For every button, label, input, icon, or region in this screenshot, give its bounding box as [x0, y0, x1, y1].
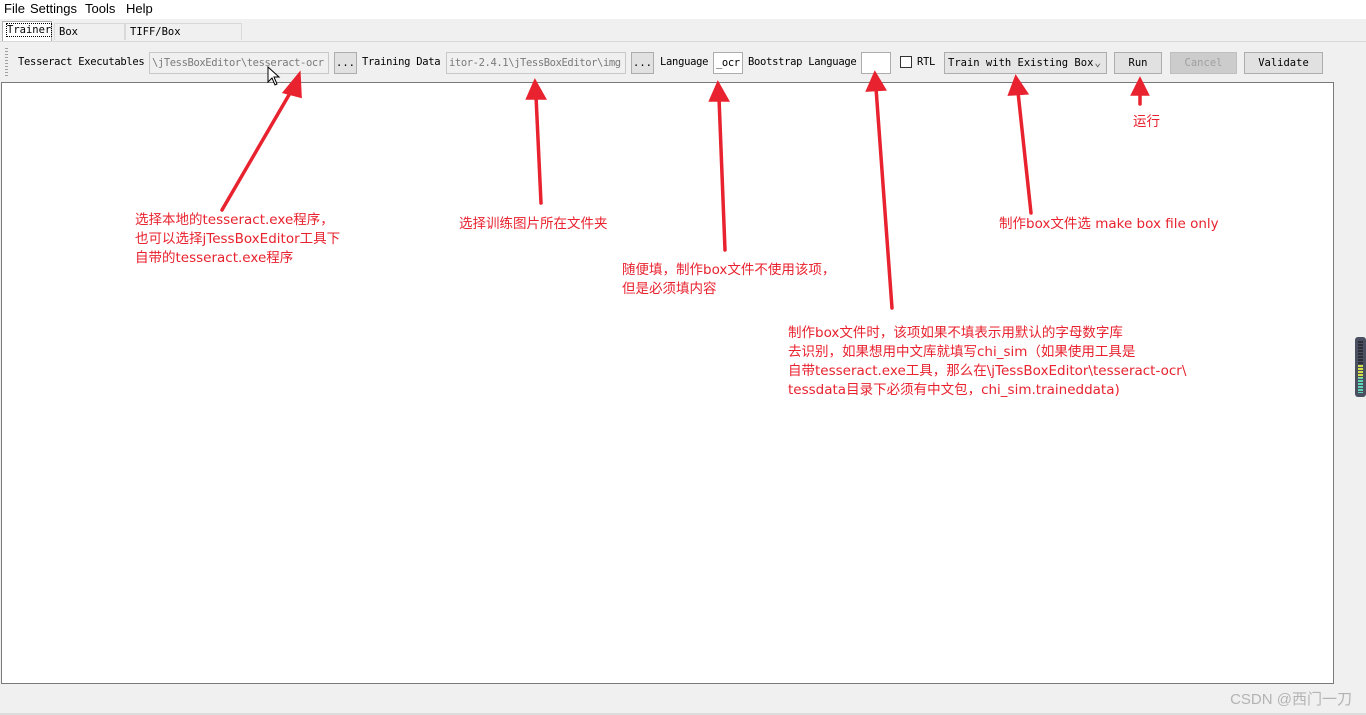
training-data-label: Training Data	[362, 56, 441, 68]
mouse-cursor-icon	[267, 66, 281, 86]
tesseract-annotation: 选择本地的tesseract.exe程序， 也可以选择jTessBoxEdito…	[135, 211, 340, 268]
bootstrap-language-label: Bootstrap Language	[748, 56, 857, 68]
tesseract-annotation-line: 自带的tesseract.exe程序	[135, 250, 294, 266]
tab-strip: Trainer Box Editor TIFF/Box Generator	[0, 20, 1366, 55]
browse-training-data-button[interactable]: ...	[631, 52, 654, 74]
rtl-checkbox[interactable]	[900, 56, 912, 68]
language-annotation-line: 随便填，制作box文件不使用该项，	[622, 262, 836, 278]
trainer-toolbar: Tesseract Executables \jTessBoxEditor\te…	[0, 42, 1366, 82]
validate-button[interactable]: Validate	[1244, 52, 1323, 74]
language-field[interactable]: _ocr	[713, 52, 743, 74]
meter-bars	[1358, 341, 1363, 393]
menu-help[interactable]: Help	[126, 1, 153, 16]
language-annotation: 随便填，制作box文件不使用该项， 但是必须填内容	[622, 261, 835, 299]
tab-tiff-box-generator[interactable]: TIFF/Box Generator	[125, 23, 242, 55]
menu-file[interactable]: File	[4, 1, 25, 16]
chevron-down-icon: ⌄	[1094, 56, 1101, 69]
training-mode-select[interactable]: Train with Existing Box ⌄	[944, 52, 1107, 74]
mode-annotation: 制作box文件选 make box file only	[999, 216, 1219, 232]
tab-box-editor[interactable]: Box Editor	[54, 23, 125, 55]
menu-bar: File Settings Tools Help	[0, 0, 1366, 19]
bootstrap-annotation-line: 去识别，如果想用中文库就填写chi_sim（如果使用工具是	[788, 344, 1136, 360]
menu-tools[interactable]: Tools	[85, 1, 115, 16]
tab-trainer-label: Trainer	[5, 23, 53, 37]
bootstrap-annotation: 制作box文件时，该项如果不填表示用默认的字母数字库 去识别，如果想用中文库就填…	[788, 324, 1186, 400]
bootstrap-language-field[interactable]	[861, 52, 891, 74]
tesseract-annotation-line: 也可以选择jTessBoxEditor工具下	[135, 231, 341, 247]
watermark: CSDN @西门一刀	[1230, 691, 1352, 708]
language-annotation-line: 但是必须填内容	[622, 281, 717, 297]
rtl-label: RTL	[917, 56, 936, 68]
run-annotation: 运行	[1133, 114, 1160, 130]
run-button[interactable]: Run	[1114, 52, 1162, 74]
tesseract-executables-label: Tesseract Executables	[18, 56, 145, 68]
bootstrap-annotation-line: 制作box文件时，该项如果不填表示用默认的字母数字库	[788, 325, 1123, 341]
bootstrap-annotation-line: tessdata目录下必须有中文包，chi_sim.traineddata)	[788, 382, 1120, 398]
tesseract-executables-field[interactable]: \jTessBoxEditor\tesseract-ocr	[149, 52, 329, 74]
tab-trainer[interactable]: Trainer	[2, 21, 53, 41]
training-mode-value: Train with Existing Box	[948, 57, 1094, 69]
tesseract-annotation-line: 选择本地的tesseract.exe程序，	[135, 212, 334, 228]
language-label: Language	[660, 56, 709, 68]
browse-tesseract-button[interactable]: ...	[334, 52, 357, 74]
training-data-field[interactable]: itor-2.4.1\jTessBoxEditor\img	[446, 52, 626, 74]
training-data-annotation: 选择训练图片所在文件夹	[459, 216, 608, 232]
cancel-button[interactable]: Cancel	[1170, 52, 1237, 74]
side-meter-widget[interactable]	[1355, 337, 1366, 397]
menu-settings[interactable]: Settings	[30, 1, 77, 16]
toolbar-grip[interactable]	[5, 48, 8, 78]
bootstrap-annotation-line: 自带tesseract.exe工具，那么在\jTessBoxEditor\tes…	[788, 363, 1187, 379]
status-bar	[0, 686, 1366, 715]
